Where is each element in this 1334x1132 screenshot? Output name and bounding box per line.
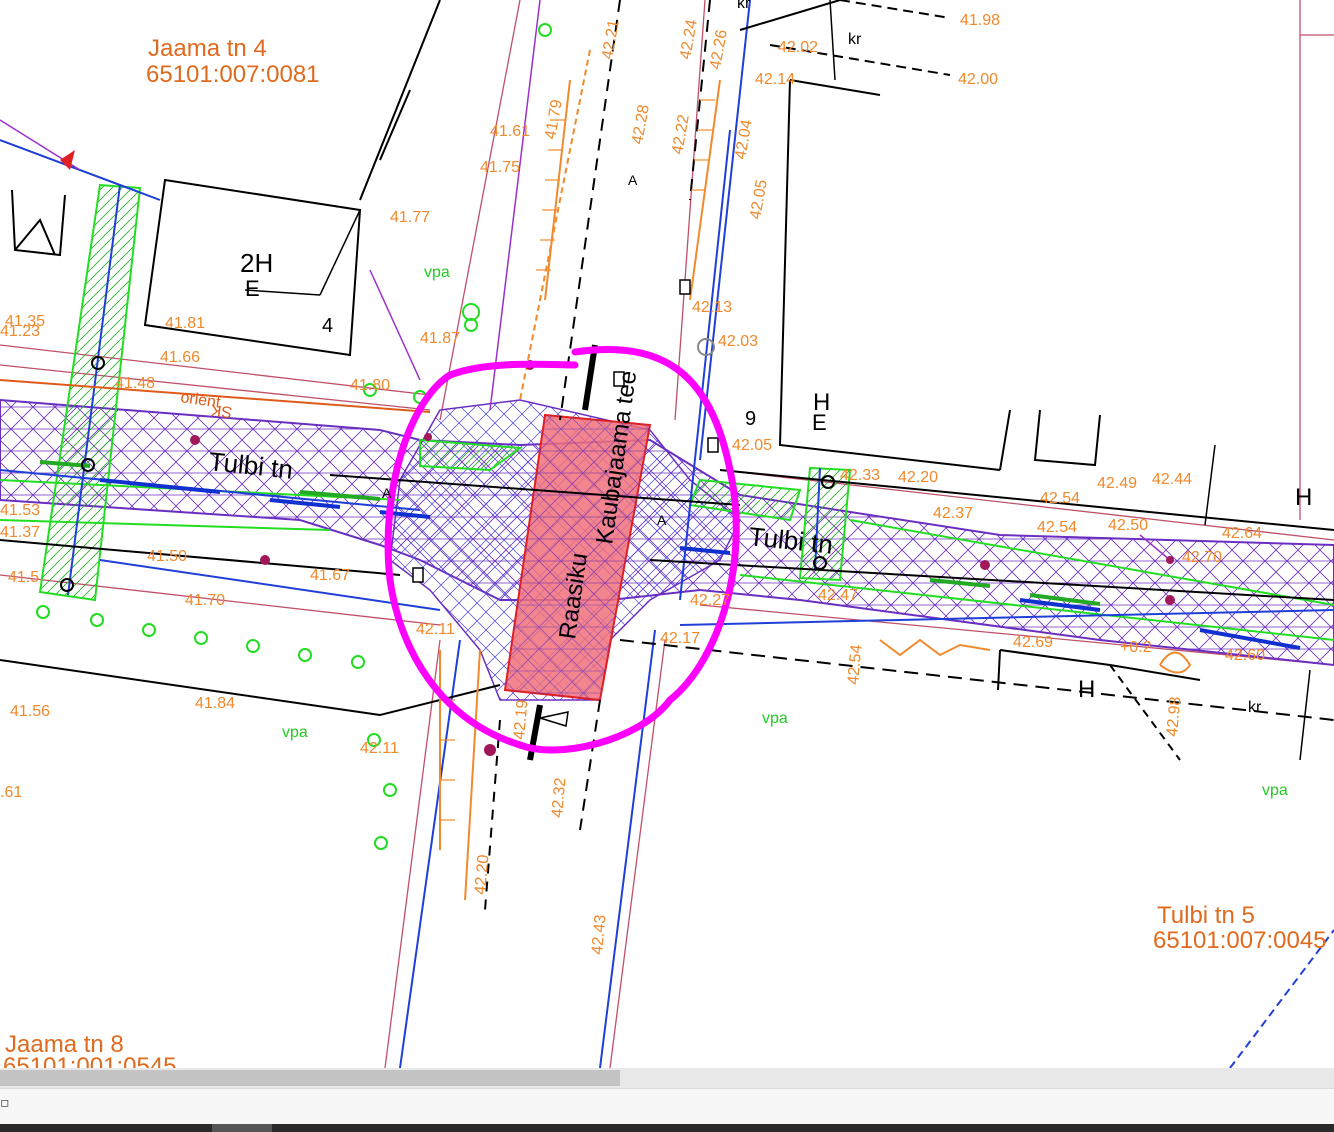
label-a-3: A [657,512,667,528]
elevation-label: 42.24 [677,18,701,60]
parcel-code-jaama4: 65101:007:0081 [146,61,320,88]
cad-drawing-canvas[interactable]: Jaama tn 4 65101:007:0081 Tulbi tn 5 651… [0,0,1334,1080]
elevation-label: 41.5 [8,569,39,586]
elevation-label: 42.47 [818,587,858,604]
label-vpa-2: vpa [282,724,308,741]
elevation-label: 41.79 [542,98,566,140]
elevation-label: 41.84 [195,695,235,712]
elevation-label: 42.60 [1225,647,1265,664]
building-label-2h: 2H [240,248,273,278]
status-icon: ▫ [0,1095,10,1111]
status-bar: ▫ [0,1088,1334,1125]
elevation-label: 42.98 [1164,696,1184,737]
label-vpa-3: vpa [762,710,788,727]
elevation-label: 42.05 [747,178,771,220]
label-vpa-1: vpa [424,264,450,281]
elevation-label: 41.48 [115,375,155,392]
label-vpa-4: vpa [1262,782,1288,799]
elevation-label: 41.37 [0,524,40,541]
elevation-label: 41.67 [310,567,350,584]
building-label-9: 9 [745,408,756,430]
building-label-h2: H [1295,484,1312,511]
elevation-label: 42.20 [898,469,938,486]
elevation-label: 42.21 [599,18,623,60]
label-plus02: +0.2 [1120,639,1152,656]
tree-icon [462,303,480,332]
elevation-label: 41.56 [10,703,50,720]
elevation-label: 42.70 [1182,549,1222,566]
elevation-label: 41.70 [185,592,225,609]
elevation-label: 42.03 [718,333,758,350]
elevation-label: 42.54 [1037,519,1077,536]
elevation-label: 42.49 [1097,475,1137,492]
cad-drawing: Jaama tn 4 65101:007:0081 Tulbi tn 5 651… [0,0,1334,1080]
elevation-label: 41.66 [160,349,200,366]
elevation-label: 42.54 [1040,490,1080,507]
label-kr-1: kr [848,31,862,48]
elevation-label: 42.14 [755,71,795,88]
taskbar [0,1124,1334,1132]
parcel-code-tulbi5: 65101:007:0045 [1153,927,1327,954]
elevation-label: 42.13 [692,299,732,316]
elevation-label: 42.64 [1222,525,1262,542]
building-label-e: E [245,276,260,301]
elevation-label: 42.02 [778,39,818,56]
elevation-label: 42.11 [360,740,399,757]
label-sk: SK [209,400,233,420]
elevation-label: 41.50 [147,548,187,565]
elevation-label: 42.50 [1108,517,1148,534]
building-label-4: 4 [322,315,333,337]
elevation-label: 42.37 [933,505,973,522]
elevation-label: 42.17 [660,630,700,647]
elevation-label: 42.20 [472,854,492,895]
elevation-label: 42.27 [690,592,730,609]
elevation-label: 42.19 [511,699,531,740]
horizontal-scrollbar[interactable] [0,1068,1334,1088]
horizontal-scrollbar-thumb[interactable] [0,1070,620,1086]
elevation-label: 42.22 [669,113,693,155]
building-label-e2: E [812,410,827,435]
taskbar-tab[interactable] [212,1124,272,1132]
elevation-label: 42.11 [416,621,455,638]
elevation-label: 42.05 [732,437,772,454]
elevation-label: 42.69 [1013,634,1053,651]
elevation-label: 41.23 [0,323,40,340]
elevation-label: 41.75 [480,159,520,176]
elevation-label: 42.33 [840,467,880,484]
elevation-label: .61 [0,784,22,801]
elevation-label: 41.53 [0,502,40,519]
elevation-label: 42.32 [549,777,569,818]
label-a-2: A [382,485,392,501]
elevation-label: 42.43 [589,914,609,955]
elevation-label: 42.54 [845,644,865,685]
elevation-label: 42.00 [958,71,998,88]
parcel-name-tulbi5: Tulbi tn 5 [1157,902,1255,929]
elevation-label: 42.28 [629,103,653,145]
elevation-label: 41.80 [350,377,390,394]
elevation-label: 41.61 [490,123,530,140]
parcel-name-jaama4: Jaama tn 4 [148,35,267,62]
building-label-h3: H [1078,676,1095,703]
label-kr-3: kr [1248,699,1262,716]
elevation-label: 42.44 [1152,471,1192,488]
elevation-label: 41.98 [960,12,1000,29]
label-kr-2: kr [737,0,751,12]
elevation-label: 41.77 [390,209,430,226]
elevation-label: 41.87 [420,330,460,347]
elevation-label: 41.81 [165,315,205,332]
parcel-code-jaama8: 65101:001:0545 [3,1053,177,1068]
elevation-label: 42.26 [707,28,731,70]
label-a-1: A [628,172,638,188]
